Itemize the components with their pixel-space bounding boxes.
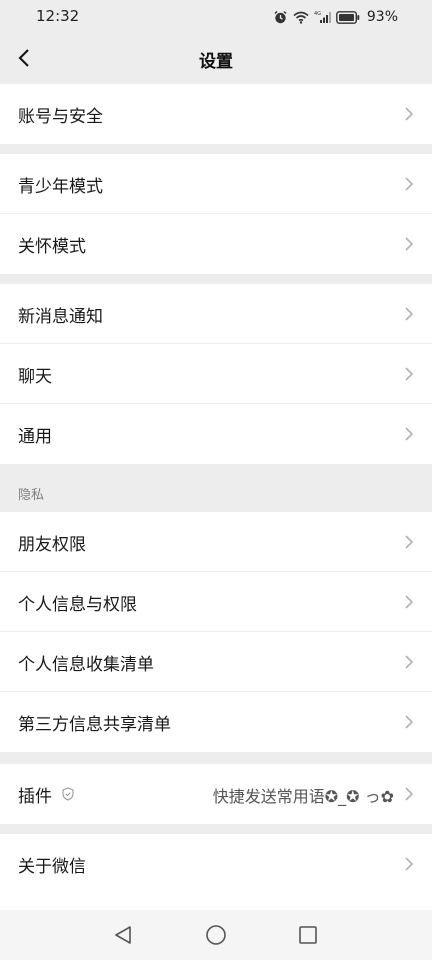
status-time: 12:32 <box>36 7 80 25</box>
settings-group-about: 关于微信 <box>0 834 432 910</box>
wifi-icon <box>293 11 309 24</box>
settings-item-account-security[interactable]: 账号与安全 <box>0 84 432 144</box>
chevron-right-icon <box>405 427 414 441</box>
settings-item-label: 插件 <box>18 787 52 807</box>
status-bar: 12:32 4G 93% <box>0 0 432 34</box>
chevron-right-icon <box>405 655 414 669</box>
settings-item-about-wechat[interactable]: 关于微信 <box>0 834 432 894</box>
settings-item-label: 关于微信 <box>18 857 86 877</box>
settings-item-personal-info-permissions[interactable]: 个人信息与权限 <box>0 572 432 632</box>
chevron-right-icon <box>405 535 414 549</box>
settings-item-label: 新消息通知 <box>18 307 103 327</box>
settings-group-plugins: 插件 快捷发送常用语✪_✪ っ✿ <box>0 764 432 824</box>
chevron-right-icon <box>405 107 414 121</box>
chevron-right-icon <box>405 367 414 381</box>
settings-item-label: 关怀模式 <box>18 237 86 257</box>
signal-icon: 4G <box>314 11 331 23</box>
battery-icon <box>335 10 360 24</box>
section-label-privacy: 隐私 <box>18 488 45 503</box>
settings-item-teen-mode[interactable]: 青少年模式 <box>0 154 432 214</box>
chevron-right-icon <box>405 715 414 729</box>
chevron-right-icon <box>405 857 414 871</box>
chevron-right-icon <box>405 237 414 251</box>
shield-icon <box>62 787 74 801</box>
back-triangle-icon[interactable] <box>111 923 135 947</box>
settings-item-general[interactable]: 通用 <box>0 404 432 464</box>
battery-percent: 93% <box>366 9 398 25</box>
settings-item-label: 聊天 <box>18 367 52 387</box>
system-navigation-bar <box>0 910 432 960</box>
settings-item-info-collection-list[interactable]: 个人信息收集清单 <box>0 632 432 692</box>
settings-item-plugins[interactable]: 插件 快捷发送常用语✪_✪ っ✿ <box>0 764 432 824</box>
page-title: 设置 <box>199 52 233 72</box>
settings-item-label: 个人信息与权限 <box>18 595 137 615</box>
home-circle-icon[interactable] <box>204 923 228 947</box>
chevron-right-icon <box>405 787 414 801</box>
nav-bar: 设置 <box>0 34 432 82</box>
settings-item-label: 通用 <box>18 427 52 447</box>
settings-item-care-mode[interactable]: 关怀模式 <box>0 214 432 274</box>
svg-text:4G: 4G <box>314 11 321 17</box>
settings-group-modes: 青少年模式 关怀模式 <box>0 154 432 274</box>
settings-item-third-party-sharing-list[interactable]: 第三方信息共享清单 <box>0 692 432 752</box>
settings-item-label: 第三方信息共享清单 <box>18 715 171 735</box>
plugins-value: 快捷发送常用语✪_✪ っ✿ <box>212 787 394 806</box>
settings-group-account: 账号与安全 <box>0 84 432 144</box>
settings-item-label: 账号与安全 <box>18 107 103 127</box>
settings-item-friend-permissions[interactable]: 朋友权限 <box>0 512 432 572</box>
settings-group-privacy: 朋友权限 个人信息与权限 个人信息收集清单 第三方信息共享清单 <box>0 512 432 752</box>
settings-group-general: 新消息通知 聊天 通用 <box>0 284 432 464</box>
settings-item-chat[interactable]: 聊天 <box>0 344 432 404</box>
settings-item-label: 朋友权限 <box>18 535 86 555</box>
settings-item-label: 个人信息收集清单 <box>18 655 154 675</box>
alarm-icon <box>274 10 287 23</box>
settings-item-label: 青少年模式 <box>18 177 103 197</box>
settings-item-notifications[interactable]: 新消息通知 <box>0 284 432 344</box>
chevron-right-icon <box>405 307 414 321</box>
chevron-right-icon <box>405 177 414 191</box>
chevron-right-icon <box>405 595 414 609</box>
status-icons: 4G 93% <box>273 8 398 26</box>
recents-square-icon[interactable] <box>296 923 320 947</box>
